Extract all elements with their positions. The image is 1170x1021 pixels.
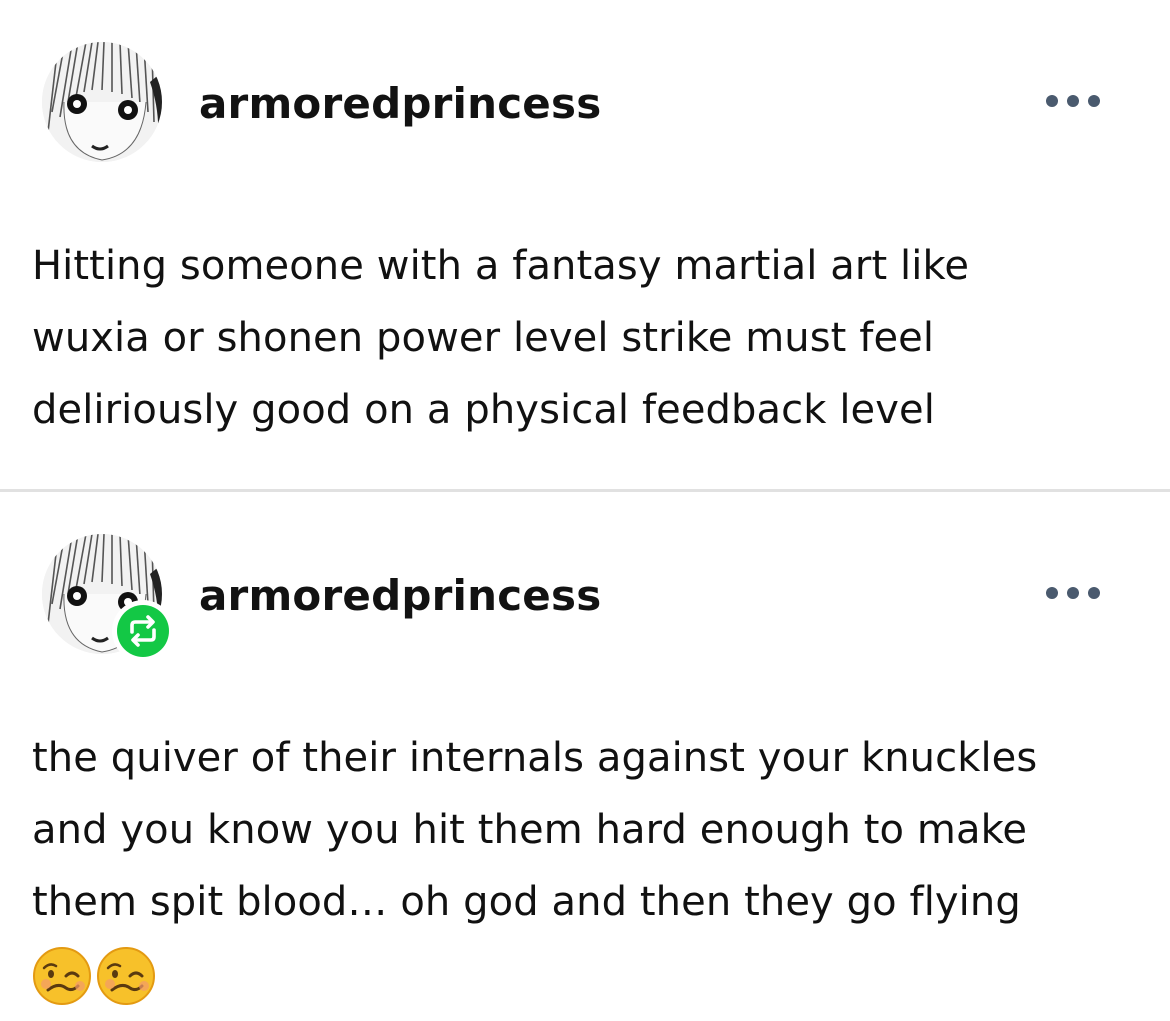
- post-body: the quiver of their internals against yo…: [32, 722, 1142, 1010]
- post-username[interactable]: armoredprincess: [199, 572, 601, 620]
- post-reblog: armoredprincess the quiver of their inte…: [0, 492, 1170, 1021]
- post-username[interactable]: armoredprincess: [199, 80, 601, 128]
- emoji-row: [32, 938, 1142, 1010]
- post-body-line: wuxia or shonen power level strike must …: [32, 315, 935, 361]
- more-options-icon: [1046, 587, 1100, 599]
- post-body-line: them spit blood… oh god and then they go…: [32, 879, 1021, 925]
- post-body-line: and you know you hit them hard enough to…: [32, 807, 1028, 853]
- avatar[interactable]: [42, 534, 174, 662]
- post-original: armoredprincess Hitting someone with a f…: [0, 0, 1170, 490]
- avatar-illustration: [42, 42, 162, 162]
- avatar[interactable]: [42, 42, 162, 162]
- reblog-badge: [112, 600, 174, 662]
- post-body-line: the quiver of their internals against yo…: [32, 735, 1038, 781]
- reblog-icon: [130, 615, 156, 647]
- post-body-line: Hitting someone with a fantasy martial a…: [32, 243, 970, 289]
- more-options-icon: [1046, 95, 1100, 107]
- post-body-line: deliriously good on a physical feedback …: [32, 387, 935, 433]
- avatar-image: [42, 42, 162, 162]
- reblog-badge-fill: [117, 605, 169, 657]
- post-body: Hitting someone with a fantasy martial a…: [32, 230, 1142, 446]
- woozy-face-emoji: [33, 947, 91, 1005]
- woozy-face-emoji: [97, 947, 155, 1005]
- more-options-button[interactable]: [1040, 86, 1106, 116]
- more-options-button[interactable]: [1040, 578, 1106, 608]
